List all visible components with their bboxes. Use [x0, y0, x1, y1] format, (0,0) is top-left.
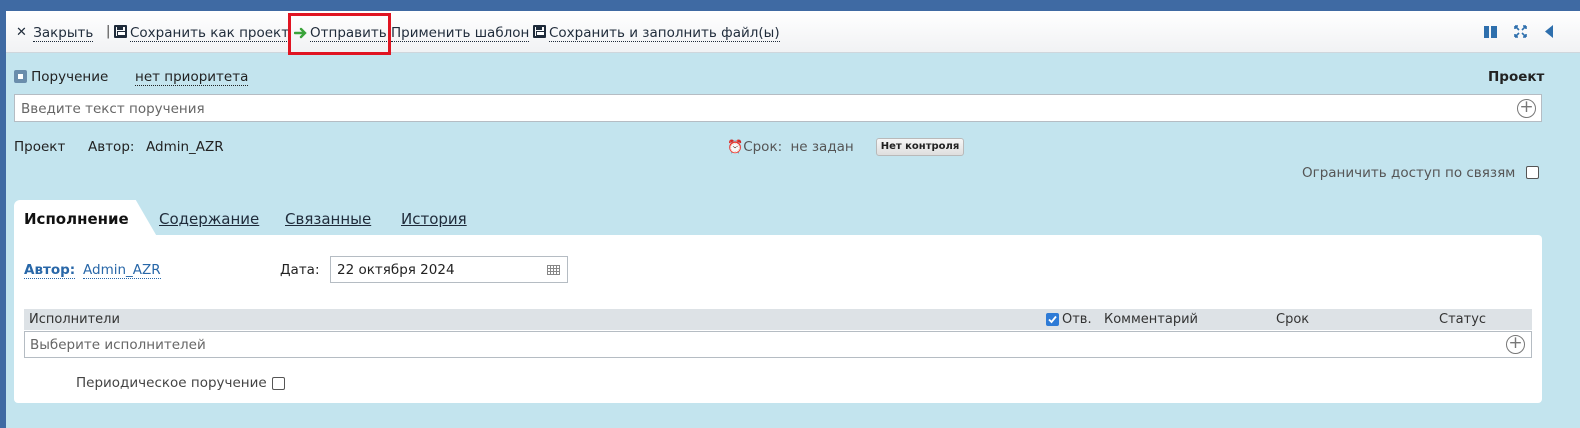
col-resp: Отв. [1062, 312, 1092, 327]
task-type: Поручение [14, 69, 108, 85]
resp-checkbox[interactable] [1046, 313, 1059, 326]
tab-related[interactable]: Связанные [285, 210, 371, 228]
tab-history[interactable]: История [401, 210, 467, 228]
check-icon [1048, 315, 1057, 324]
task-type-icon [14, 70, 27, 83]
save-and-fill-label: Сохранить и заполнить файл(ы) [549, 25, 780, 42]
deadline-value: не задан [790, 139, 854, 155]
executors-field[interactable]: Выберите исполнителей + [24, 331, 1532, 358]
close-button[interactable]: ✕ Закрыть [16, 24, 94, 42]
project-label: Проект [14, 139, 66, 155]
save-icon [533, 25, 546, 38]
columns-layout-icon[interactable] [1484, 26, 1497, 38]
task-type-label: Поручение [31, 69, 109, 85]
deadline[interactable]: ⏰Срок: не задан [727, 139, 854, 155]
tab-content[interactable]: Содержание [159, 210, 259, 228]
calendar-icon[interactable] [547, 265, 560, 275]
add-executor-icon[interactable]: + [1506, 335, 1525, 354]
periodic-label: Периодическое поручение [76, 375, 267, 391]
toolbar: ✕ Закрыть | Сохранить как проект Отправи… [6, 11, 1580, 53]
exec-author-name[interactable]: Admin_AZR [83, 262, 161, 279]
window-left-border [0, 0, 6, 428]
deadline-label: Срок: [743, 139, 783, 155]
task-text-placeholder: Введите текст поручения [21, 101, 205, 117]
send-highlight-frame [288, 13, 391, 55]
alarm-clock-icon: ⏰ [727, 140, 744, 155]
collapse-panel-icon[interactable] [1544, 25, 1554, 38]
task-text-field[interactable]: Введите текст поручения + [14, 94, 1542, 122]
save-as-project-button[interactable]: Сохранить как проект [114, 24, 290, 42]
col-deadline: Срок [1276, 312, 1310, 327]
date-caption: Дата: [280, 262, 320, 278]
task-status: Проект [1488, 69, 1545, 85]
no-control-button[interactable]: Нет контроля [876, 138, 964, 156]
save-as-project-label: Сохранить как проект [130, 25, 290, 42]
executors-grid-header: Исполнители Отв. Комментарий Срок Статус [24, 309, 1532, 330]
toolbar-separator: | [106, 24, 111, 39]
apply-template-label: Применить шаблон [391, 25, 530, 42]
expand-icon[interactable] [1514, 25, 1527, 38]
priority-link[interactable]: нет приоритета [135, 69, 249, 86]
executors-placeholder: Выберите исполнителей [30, 337, 206, 353]
apply-template-button[interactable]: Применить шаблон [391, 24, 530, 42]
col-status: Статус [1439, 312, 1487, 327]
restrict-access-label: Ограничить доступ по связям [1302, 165, 1516, 181]
col-comment: Комментарий [1104, 312, 1198, 327]
window-top-border [0, 0, 1580, 11]
periodic-checkbox[interactable] [272, 377, 285, 390]
close-label: Закрыть [33, 25, 94, 42]
add-icon[interactable]: + [1517, 99, 1536, 118]
save-icon [114, 25, 127, 38]
close-icon: ✕ [16, 25, 27, 40]
save-and-fill-button[interactable]: Сохранить и заполнить файл(ы) [533, 24, 780, 42]
date-field[interactable]: 22 октября 2024 [330, 256, 568, 283]
exec-author-caption[interactable]: Автор: [24, 262, 76, 279]
restrict-access-checkbox[interactable] [1526, 166, 1539, 179]
author-name: Admin_AZR [146, 139, 224, 155]
date-value: 22 октября 2024 [337, 262, 455, 278]
author-caption: Автор: [88, 139, 135, 155]
tab-execution[interactable]: Исполнение [24, 210, 129, 228]
col-executors: Исполнители [29, 312, 120, 327]
